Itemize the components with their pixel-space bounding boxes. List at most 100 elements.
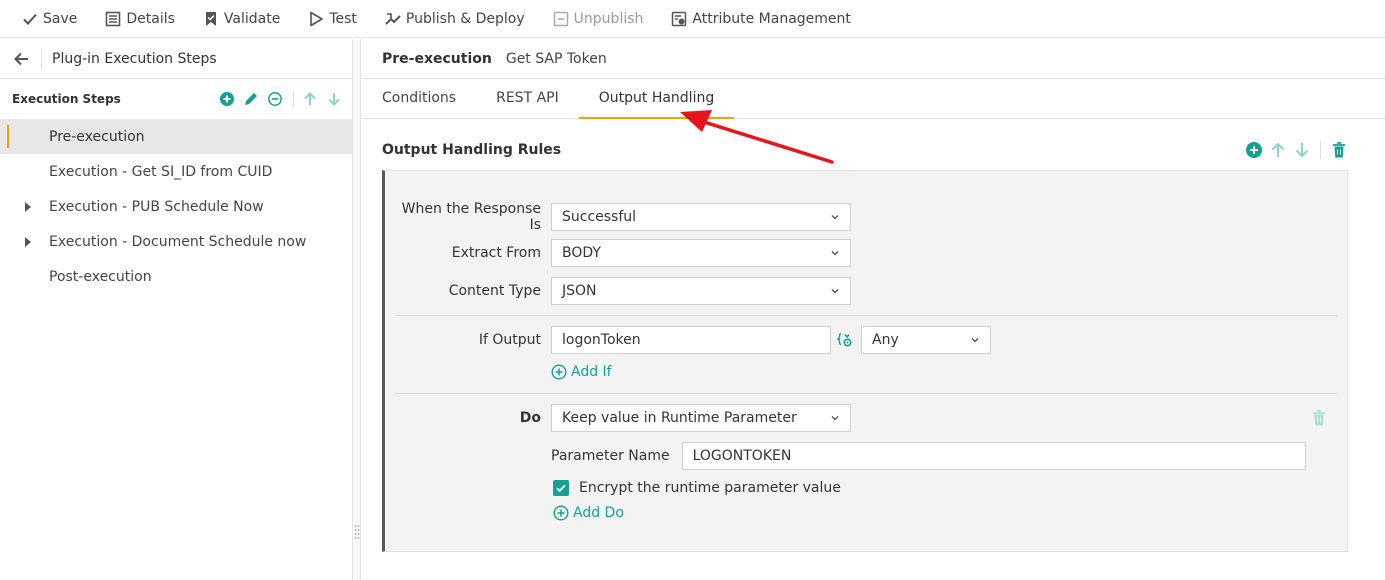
bookmark-check-icon — [203, 11, 219, 27]
publish-deploy-button[interactable]: Publish & Deploy — [385, 7, 525, 31]
content-type-select[interactable]: JSON — [551, 277, 851, 305]
if-match-value: Any — [872, 332, 899, 348]
step-execution-pub-schedule[interactable]: Execution - PUB Schedule Now — [0, 189, 352, 224]
execution-steps-title: Execution Steps — [12, 92, 121, 106]
step-execution-document-schedule[interactable]: Execution - Document Schedule now — [0, 224, 352, 259]
trash-icon[interactable] — [1330, 141, 1348, 159]
add-do-link[interactable]: Add Do — [553, 505, 624, 521]
response-row: When the Response Is Successful — [395, 201, 851, 233]
output-rules-header: Output Handling Rules — [382, 139, 1348, 161]
extract-value: BODY — [562, 245, 601, 261]
test-label: Test — [329, 10, 357, 27]
parameter-name-row: Parameter Name LOGONTOKEN — [551, 442, 1306, 470]
execution-steps-header: Execution Steps — [0, 79, 352, 119]
rule-tools-separator — [1320, 141, 1321, 159]
parameter-name-input[interactable]: LOGONTOKEN — [681, 442, 1306, 470]
unpublish-icon — [553, 11, 569, 27]
chevron-down-icon — [830, 413, 840, 423]
pencil-icon[interactable] — [243, 91, 259, 107]
extract-label: Extract From — [451, 245, 541, 261]
extract-row: Extract From BODY — [395, 239, 851, 267]
response-label: When the Response Is — [401, 201, 541, 233]
execution-steps-tools — [211, 91, 342, 107]
right-panel: Pre-execution Get SAP Token Conditions R… — [362, 39, 1385, 580]
validate-button[interactable]: Validate — [203, 7, 280, 31]
step-header: Pre-execution Get SAP Token — [362, 39, 1385, 79]
step-label: Execution - PUB Schedule Now — [49, 198, 264, 215]
rule-up-icon[interactable] — [1269, 141, 1287, 159]
panel-splitter[interactable] — [353, 39, 361, 580]
step-post-execution[interactable]: Post-execution — [0, 259, 352, 294]
arrow-up-icon[interactable] — [302, 91, 318, 107]
back-button[interactable] — [0, 47, 42, 70]
content-type-value: JSON — [562, 283, 597, 299]
step-pre-execution[interactable]: Pre-execution — [0, 119, 352, 154]
step-name: Get SAP Token — [505, 50, 607, 67]
delete-do-icon[interactable] — [1311, 409, 1327, 427]
variable-settings-icon[interactable] — [837, 332, 853, 348]
left-panel-title: Plug-in Execution Steps — [52, 50, 217, 67]
if-output-input[interactable]: logonToken — [551, 326, 831, 354]
output-rule-card: When the Response Is Successful Extract … — [382, 170, 1348, 552]
do-action-select[interactable]: Keep value in Runtime Parameter — [551, 404, 851, 432]
if-match-select[interactable]: Any — [861, 326, 991, 354]
attribute-management-button[interactable]: Attribute Management — [671, 7, 851, 31]
output-rules-tools — [1239, 141, 1348, 159]
validate-label: Validate — [223, 10, 281, 27]
save-label: Save — [43, 10, 78, 27]
test-button[interactable]: Test — [308, 7, 357, 31]
caret-right-icon[interactable] — [25, 202, 31, 212]
unpublish-button[interactable]: Unpublish — [553, 7, 643, 31]
left-panel: Plug-in Execution Steps Execution Steps … — [0, 39, 353, 580]
chevron-down-icon — [830, 286, 840, 296]
if-output-row: If Output logonToken Any — [395, 326, 991, 354]
step-kind: Pre-execution — [382, 50, 492, 67]
rule-down-icon[interactable] — [1293, 141, 1311, 159]
step-label: Post-execution — [49, 268, 152, 285]
details-button[interactable]: Details — [105, 7, 175, 31]
arrow-down-icon[interactable] — [326, 91, 342, 107]
tab-output-handling[interactable]: Output Handling — [578, 78, 735, 119]
content-type-row: Content Type JSON — [395, 277, 851, 305]
do-action-value: Keep value in Runtime Parameter — [562, 410, 797, 426]
details-label: Details — [126, 10, 175, 27]
publish-deploy-label: Publish & Deploy — [405, 10, 525, 27]
add-rule-icon[interactable] — [1245, 141, 1263, 159]
checkmark-icon — [22, 11, 38, 27]
tab-bar: Conditions REST API Output Handling — [362, 79, 1385, 119]
tab-conditions[interactable]: Conditions — [362, 78, 476, 118]
response-select[interactable]: Successful — [551, 203, 851, 231]
add-circle-outline-icon — [553, 505, 569, 521]
add-do-label: Add Do — [573, 505, 624, 521]
extract-select[interactable]: BODY — [551, 239, 851, 267]
save-button[interactable]: Save — [22, 7, 77, 31]
if-output-label: If Output — [478, 332, 541, 348]
encrypt-row: Encrypt the runtime parameter value — [553, 480, 841, 496]
drag-handle-icon[interactable] — [354, 524, 360, 540]
step-label: Pre-execution — [49, 128, 145, 145]
chevron-down-icon — [830, 248, 840, 258]
tools-separator — [293, 91, 294, 107]
section-divider — [395, 393, 1337, 394]
toolbar: Save Details Validate Test Publish & Dep… — [0, 0, 1385, 38]
add-if-link[interactable]: Add If — [551, 364, 612, 380]
publish-icon — [385, 11, 401, 27]
add-circle-icon[interactable] — [219, 91, 235, 107]
encrypt-label: Encrypt the runtime parameter value — [579, 480, 841, 496]
step-execution-get-si-id[interactable]: Execution - Get SI_ID from CUID — [0, 154, 352, 189]
left-panel-header: Plug-in Execution Steps — [0, 39, 352, 79]
attribute-settings-icon — [671, 11, 687, 27]
arrow-left-icon — [13, 51, 29, 67]
chevron-down-icon — [830, 212, 840, 222]
attribute-management-label: Attribute Management — [692, 10, 851, 27]
encrypt-checkbox[interactable] — [553, 480, 569, 496]
do-label: Do — [519, 410, 541, 426]
remove-circle-icon[interactable] — [267, 91, 283, 107]
step-label: Execution - Get SI_ID from CUID — [49, 163, 273, 180]
add-if-label: Add If — [571, 364, 612, 380]
caret-right-icon[interactable] — [25, 237, 31, 247]
tab-rest-api[interactable]: REST API — [476, 78, 579, 118]
details-icon — [105, 11, 121, 27]
parameter-name-label: Parameter Name — [551, 448, 670, 464]
content-type-label: Content Type — [448, 283, 541, 299]
